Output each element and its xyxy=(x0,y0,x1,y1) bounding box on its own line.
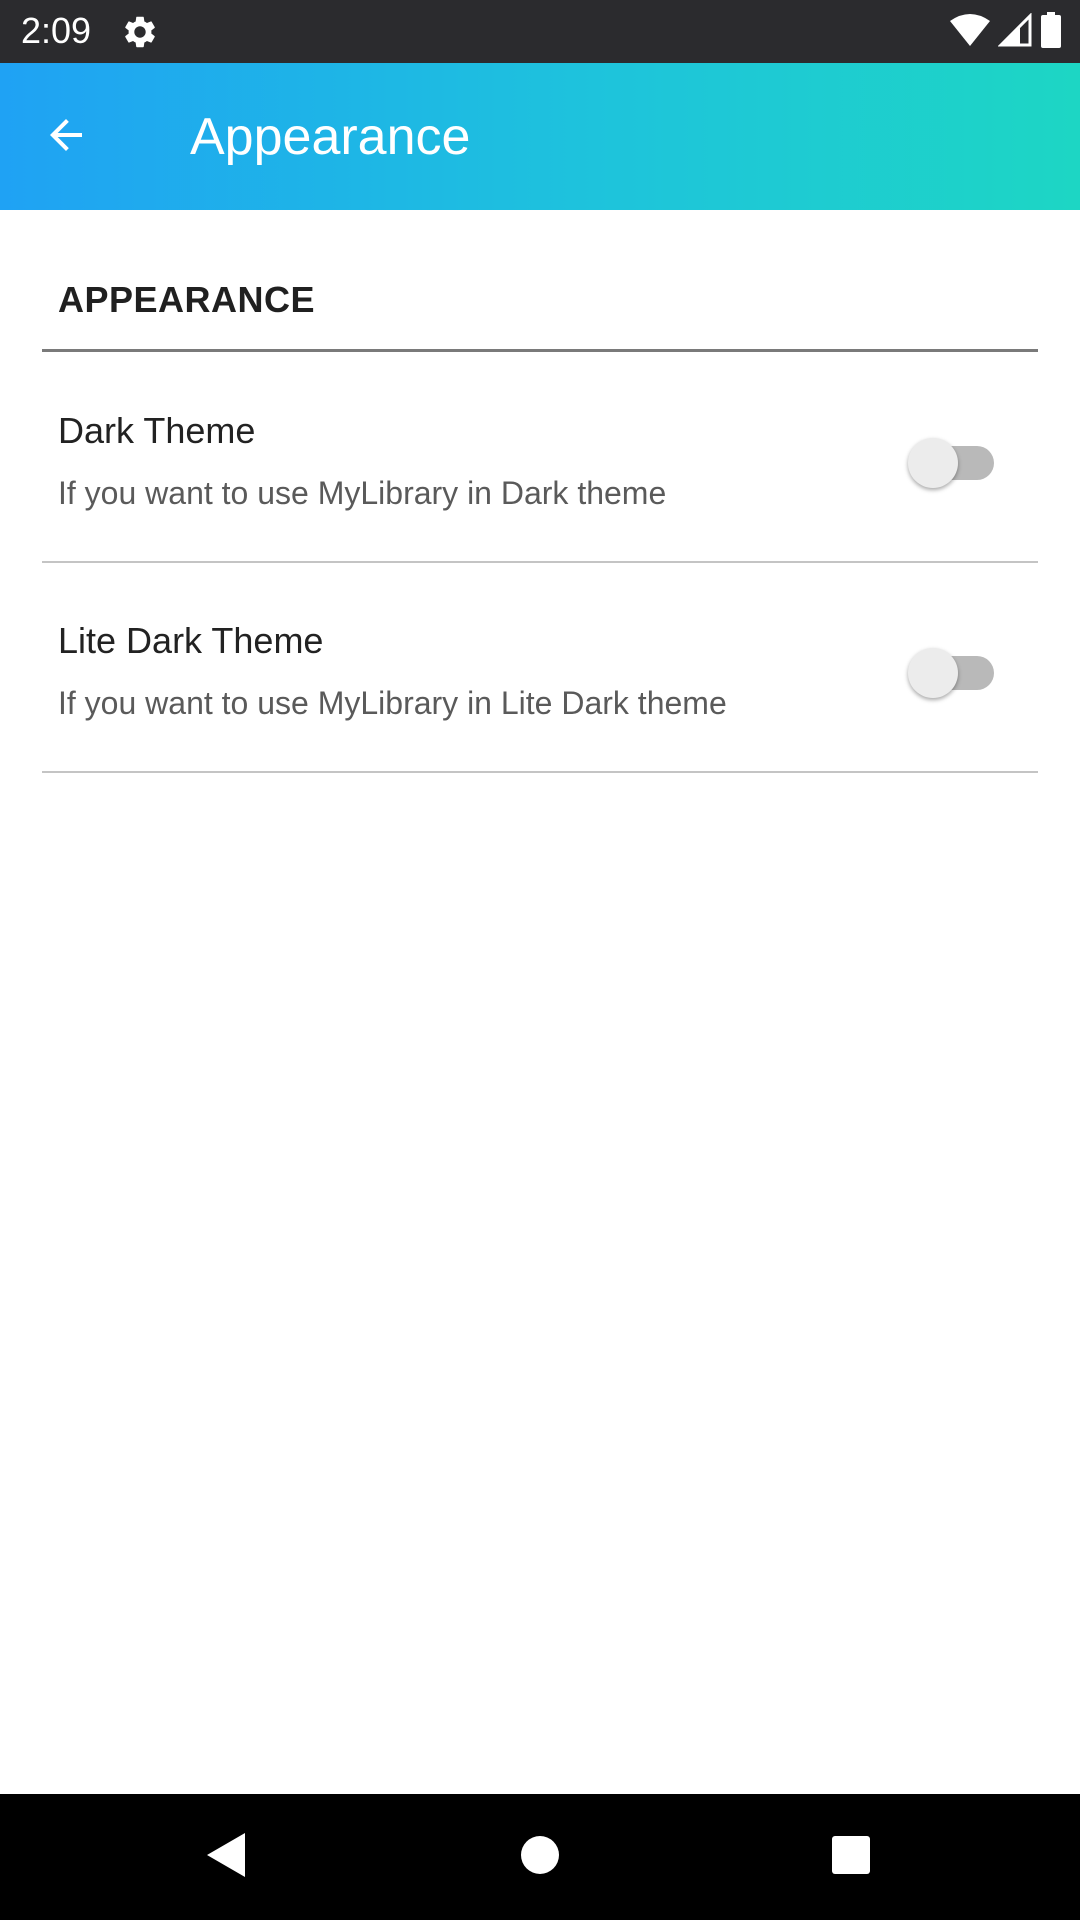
app-bar: Appearance xyxy=(0,63,1080,210)
row-divider xyxy=(42,561,1038,563)
status-icons xyxy=(950,11,1062,53)
gear-icon xyxy=(121,13,159,51)
dark-theme-switch[interactable] xyxy=(908,428,998,488)
arrow-back-icon xyxy=(42,111,90,164)
page-title: Appearance xyxy=(190,108,471,166)
pref-title: Lite Dark Theme xyxy=(58,620,324,661)
switch-thumb xyxy=(908,438,958,488)
battery-icon xyxy=(1040,11,1062,53)
pref-title: Dark Theme xyxy=(58,410,256,451)
recents-square-icon xyxy=(831,1835,871,1880)
signal-icon xyxy=(997,11,1032,52)
back-triangle-icon xyxy=(203,1831,247,1884)
section-divider xyxy=(42,349,1038,352)
row-divider xyxy=(42,771,1038,773)
status-bar: 2:09 xyxy=(0,0,1080,63)
pref-summary: If you want to use MyLibrary in Lite Dar… xyxy=(58,685,727,721)
switch-thumb xyxy=(908,648,958,698)
nav-home-button[interactable] xyxy=(505,1822,575,1892)
pref-summary: If you want to use MyLibrary in Dark the… xyxy=(58,475,667,511)
wifi-icon xyxy=(950,13,990,52)
nav-back-button[interactable] xyxy=(190,1822,260,1892)
nav-recents-button[interactable] xyxy=(816,1822,886,1892)
status-time: 2:09 xyxy=(21,10,92,51)
screen: 2:09 Appearance APPEARANCE Dark Theme If… xyxy=(0,0,1080,1920)
lite-dark-theme-switch[interactable] xyxy=(908,638,998,698)
back-button[interactable] xyxy=(30,101,102,173)
pref-row-dark-theme[interactable]: Dark Theme If you want to use MyLibrary … xyxy=(42,355,1038,563)
home-circle-icon xyxy=(520,1835,560,1880)
navigation-bar xyxy=(0,1794,1080,1920)
section-title: APPEARANCE xyxy=(58,279,316,320)
pref-row-lite-dark-theme[interactable]: Lite Dark Theme If you want to use MyLib… xyxy=(42,565,1038,773)
